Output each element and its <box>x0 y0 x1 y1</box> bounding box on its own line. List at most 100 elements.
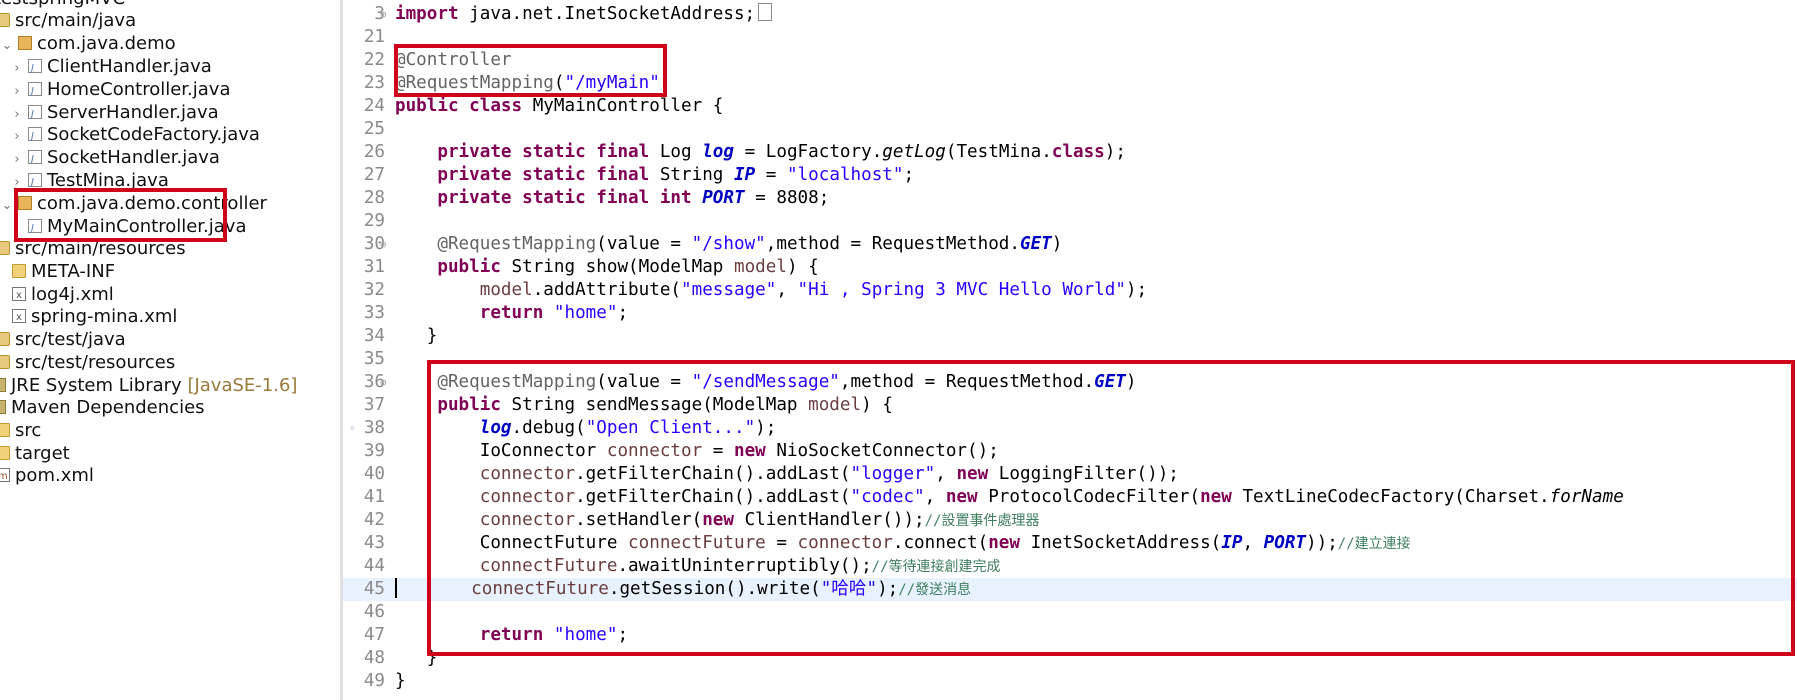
code-line: 27 private static final String IP = "loc… <box>343 164 1797 187</box>
tree-item-label: TestMina.java <box>47 170 169 191</box>
line-number: 44 <box>363 556 385 576</box>
source-folder-icon <box>0 332 10 346</box>
collapse-fold-icon[interactable]: ⊖ <box>380 371 387 394</box>
tree-item-label: pom.xml <box>15 465 94 486</box>
maven-pom-icon <box>0 464 10 490</box>
code-line-current: 45 connectFuture.getSession().write("哈哈"… <box>343 578 1797 601</box>
jre-version-label: [JavaSE-1.6] <box>187 375 298 396</box>
tree-item-label: ClientHandler.java <box>47 56 212 77</box>
chevron-down-icon[interactable]: ⌄ <box>0 193 14 219</box>
line-number: 29 <box>363 211 385 231</box>
line-number: 27 <box>363 165 385 185</box>
tree-item-label: SocketCodeFactory.java <box>47 124 260 145</box>
tree-item-label: Maven Dependencies <box>11 397 205 418</box>
code-editor[interactable]: 3 ⊕ import java.net.InetSocketAddress; 21 … <box>343 0 1797 700</box>
line-number: 3 <box>374 4 385 24</box>
line-number: 36 <box>363 372 385 392</box>
java-file-icon <box>28 102 42 128</box>
code-line: 39 IoConnector connector = new NioSocket… <box>343 440 1797 463</box>
line-number: 33 <box>363 303 385 323</box>
code-line: 22 @Controller <box>343 49 1797 72</box>
code-line: 34 } <box>343 325 1797 348</box>
code-line: 33 return "home"; <box>343 302 1797 325</box>
expand-fold-icon[interactable]: ⊕ <box>380 3 387 26</box>
java-file-icon <box>28 216 42 242</box>
code-line: 24 public class MyMainController { <box>343 95 1797 118</box>
xml-file-icon <box>12 283 26 309</box>
java-file-icon <box>28 56 42 82</box>
code-line: 41 connector.getFilterChain().addLast("c… <box>343 486 1797 509</box>
tree-item-label: META-INF <box>31 261 116 282</box>
tree-item-label: log4j.xml <box>31 284 114 305</box>
text-cursor <box>395 578 397 598</box>
line-number: 35 <box>363 349 385 369</box>
library-icon <box>0 400 6 414</box>
package-explorer: testspringMVC src/main/java ⌄com.java.de… <box>0 0 340 700</box>
line-number: 28 <box>363 188 385 208</box>
package-icon <box>18 196 32 210</box>
line-number: 47 <box>363 625 385 645</box>
code-line: 30 ⊖ @RequestMapping(value = "/show",meth… <box>343 233 1797 256</box>
source-folder-icon <box>0 13 10 27</box>
java-file-icon <box>28 124 42 150</box>
line-number: 49 <box>363 671 385 691</box>
tree-item-label: src/main/java <box>15 10 137 31</box>
tree-item-label: ServerHandler.java <box>47 102 219 123</box>
line-number: 40 <box>363 464 385 484</box>
tree-item-label: JRE System Library <box>11 375 182 396</box>
code-line: 40 connector.getFilterChain().addLast("l… <box>343 463 1797 486</box>
xml-file-icon <box>12 305 26 331</box>
code-line: 37 public String sendMessage(ModelMap mo… <box>343 394 1797 417</box>
code-line: 35 <box>343 348 1797 371</box>
line-number: 48 <box>363 648 385 668</box>
java-file-icon <box>28 170 42 196</box>
folder-icon <box>0 446 10 460</box>
collapse-fold-icon[interactable]: ⊖ <box>380 233 387 256</box>
code-line: 43 ConnectFuture connectFuture = connect… <box>343 532 1797 555</box>
code-line: 38 ◦ log.debug("Open Client..."); <box>343 417 1797 440</box>
code-line: 47 return "home"; <box>343 624 1797 647</box>
tree-item-label: SocketHandler.java <box>47 147 220 168</box>
tree-item-pom[interactable]: pom.xml <box>0 463 94 490</box>
code-line: 42 connector.setHandler(new ClientHandle… <box>343 509 1797 532</box>
code-line: 49} <box>343 670 1797 693</box>
line-number: 31 <box>363 257 385 277</box>
line-number: 24 <box>363 96 385 116</box>
tree-item-label: MyMainController.java <box>47 216 247 237</box>
folder-icon <box>0 423 10 437</box>
tree-item-label: src <box>15 420 42 441</box>
tree-item-label: target <box>15 443 70 464</box>
code-line: 26 private static final Log log = LogFac… <box>343 141 1797 164</box>
override-marker-icon: ◦ <box>349 422 356 435</box>
tree-item-label: src/test/java <box>15 329 126 350</box>
line-number: 37 <box>363 395 385 415</box>
code-line: 25 <box>343 118 1797 141</box>
code-line: 48 } <box>343 647 1797 670</box>
line-number: 39 <box>363 441 385 461</box>
tree-item-label: com.java.demo <box>37 33 176 54</box>
java-file-icon <box>28 79 42 105</box>
line-number: 46 <box>363 602 385 622</box>
tree-item-label: com.java.demo.controller <box>37 193 267 214</box>
line-number: 22 <box>363 50 385 70</box>
code-line: 23 @RequestMapping("/myMain") <box>343 72 1797 95</box>
line-number: 41 <box>363 487 385 507</box>
code-line: 36 ⊖ @RequestMapping(value = "/sendMessag… <box>343 371 1797 394</box>
folder-icon <box>12 264 26 278</box>
line-number: 30 <box>363 234 385 254</box>
line-number: 34 <box>363 326 385 346</box>
library-icon <box>0 378 6 392</box>
code-line: 46 <box>343 601 1797 624</box>
tree-item-label: HomeController.java <box>47 79 231 100</box>
code-line: 32 model.addAttribute("message", "Hi , S… <box>343 279 1797 302</box>
line-number: 23 <box>363 73 385 93</box>
folded-imports-icon[interactable] <box>758 3 773 21</box>
source-folder-icon <box>0 241 10 255</box>
java-file-icon <box>28 147 42 173</box>
line-number: 26 <box>363 142 385 162</box>
line-number: 25 <box>363 119 385 139</box>
code-line: 29 <box>343 210 1797 233</box>
tree-item-label: src/test/resources <box>15 352 176 373</box>
line-number: 21 <box>363 27 385 47</box>
tree-item-label: src/main/resources <box>15 238 186 259</box>
